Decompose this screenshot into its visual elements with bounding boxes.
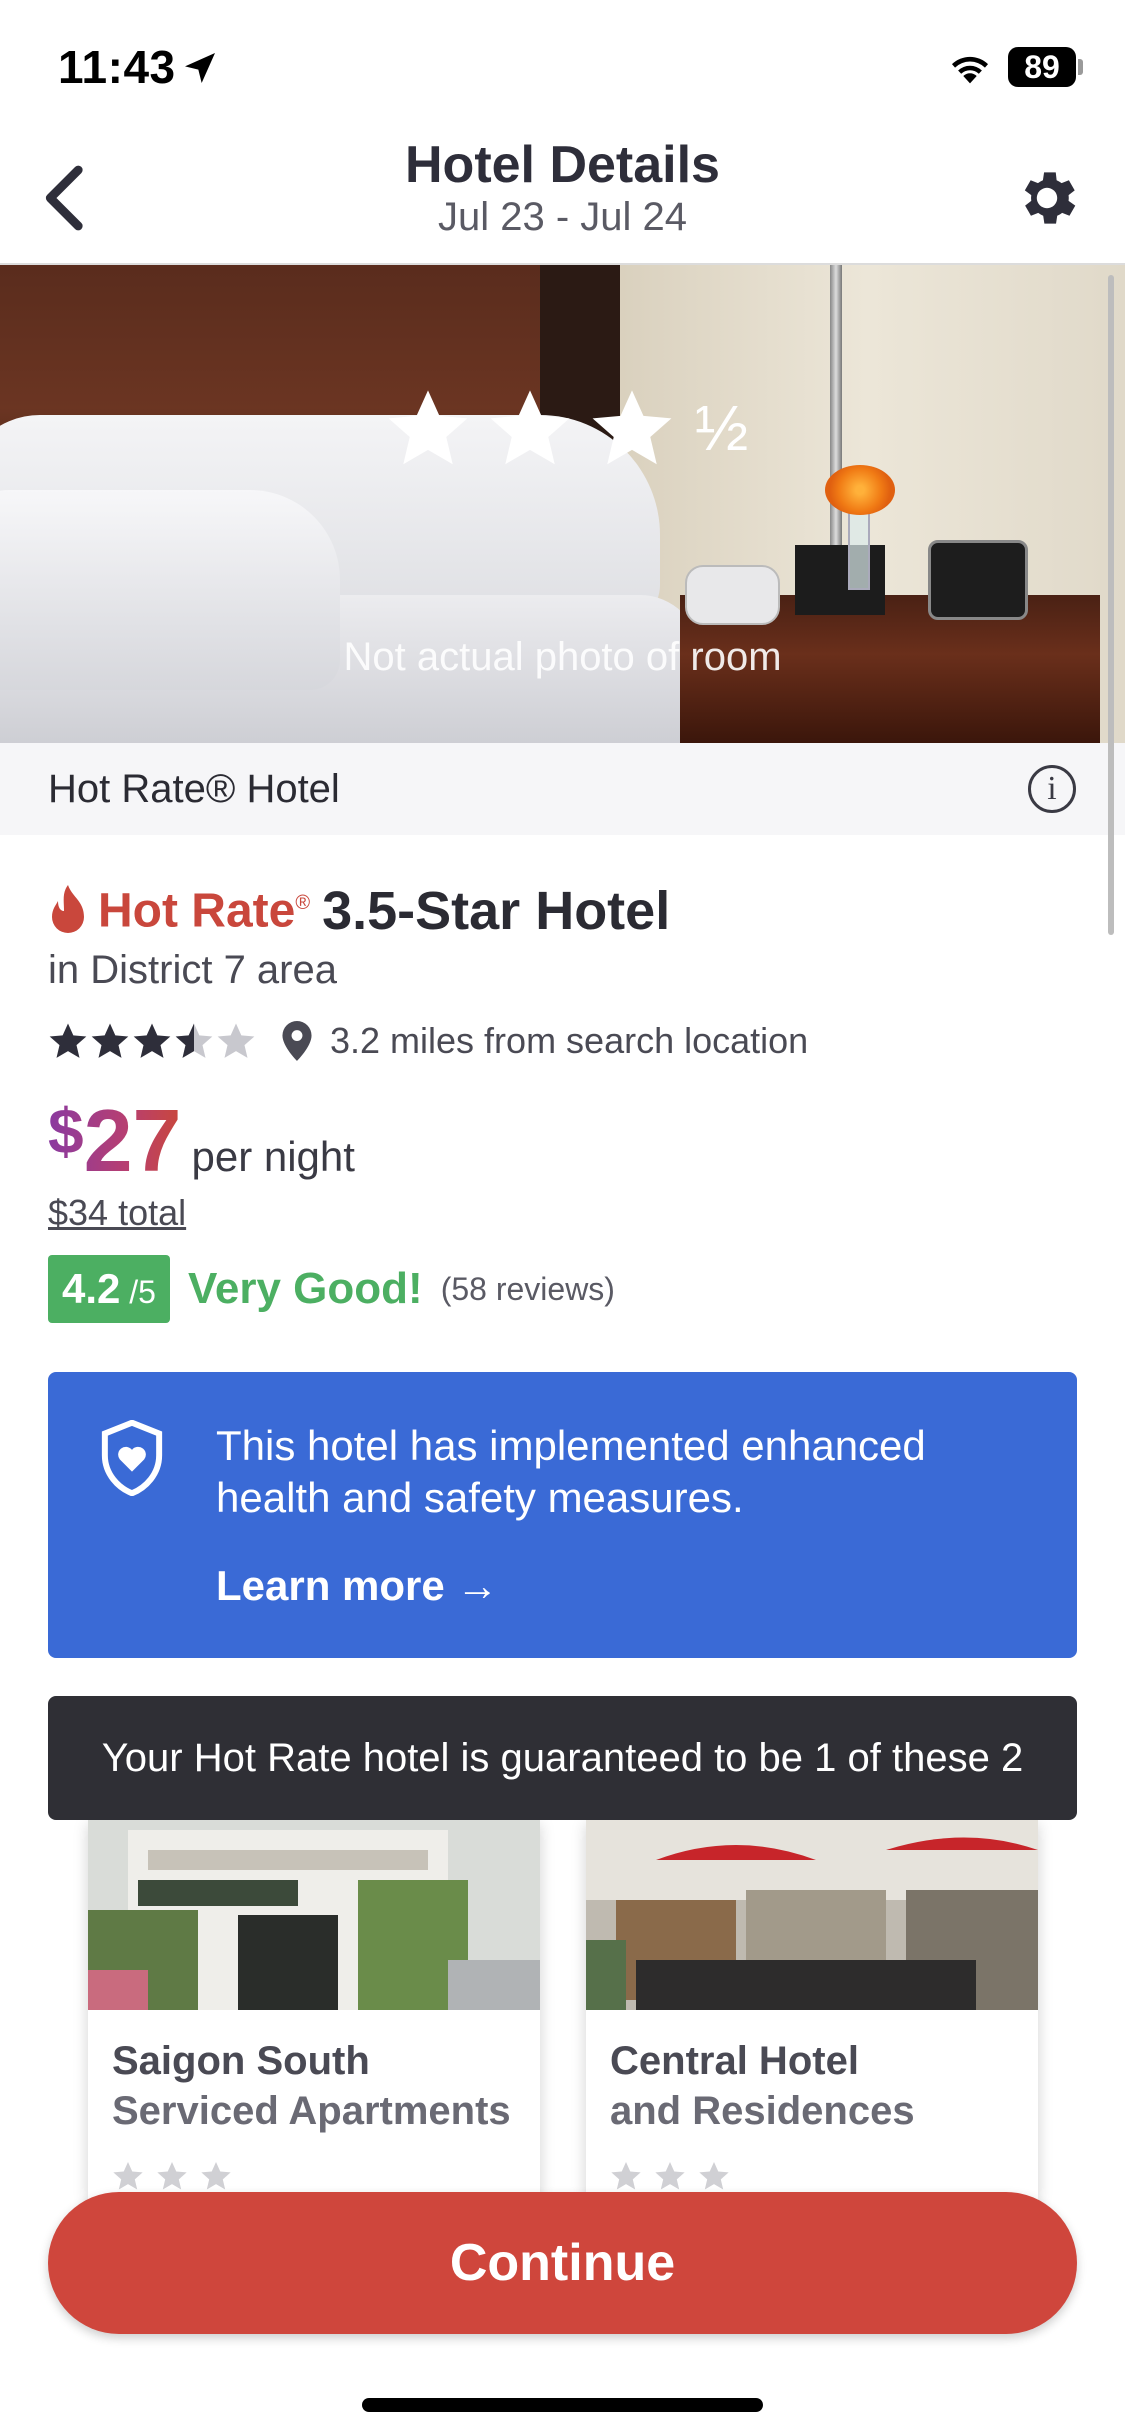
battery-tip	[1078, 59, 1083, 75]
price-currency: $	[48, 1095, 84, 1167]
star-icon	[112, 2160, 144, 2192]
hero-star-rating: ½	[0, 385, 1125, 471]
safety-banner: This hotel has implemented enhanced heal…	[48, 1372, 1077, 1658]
room-photo: ½ Not actual photo of room	[0, 265, 1125, 743]
nav-bar: Hotel Details Jul 23 - Jul 24	[0, 135, 1125, 265]
star-icon	[698, 2160, 730, 2192]
guarantee-banner: Your Hot Rate hotel is guaranteed to be …	[48, 1696, 1077, 1820]
clock-radio	[928, 540, 1028, 620]
price-row: $27 per night	[48, 1090, 355, 1192]
star-icon	[49, 1023, 87, 1058]
gear-icon[interactable]	[1012, 163, 1082, 233]
location-arrow-icon	[185, 53, 215, 83]
star-icon	[200, 2160, 232, 2192]
distance-text: 3.2 miles from search location	[330, 1020, 809, 1061]
safety-text: This hotel has implemented enhanced heal…	[216, 1422, 926, 1521]
rating-row: 3.2 miles from search location	[48, 1020, 808, 1070]
star-icon	[156, 2160, 188, 2192]
page-dates: Jul 23 - Jul 24	[437, 195, 688, 239]
scrollbar[interactable]	[1108, 275, 1114, 935]
review-score: 4.2	[62, 1265, 121, 1312]
hotel-photo	[88, 1820, 540, 2010]
star-icon	[610, 2160, 642, 2192]
half-star-icon	[175, 1023, 213, 1058]
candidate-name-line1: Saigon South	[112, 2039, 370, 2083]
star-icon	[592, 390, 672, 465]
review-score-badge: 4.2 /5	[48, 1255, 170, 1323]
shield-heart-icon	[101, 1420, 163, 1496]
review-count: (58 reviews)	[440, 1270, 615, 1307]
per-night-label: per night	[191, 1133, 355, 1180]
flower	[825, 465, 895, 515]
price-amount: 27	[83, 1091, 182, 1190]
status-time: 11:43	[58, 41, 176, 93]
telephone	[685, 565, 780, 625]
star-icon	[490, 390, 570, 465]
candidate-card[interactable]: Central Hotel and Residences	[586, 1820, 1038, 2200]
wifi-icon	[951, 56, 989, 84]
hot-rate-label: Hot Rate® Hotel	[48, 767, 340, 811]
hot-rate-brand: Hot Rate	[98, 884, 296, 938]
star-icon	[388, 390, 468, 465]
empty-star-icon	[217, 1023, 255, 1058]
photo-disclaimer: Not actual photo of room	[343, 635, 782, 679]
page-title: Hotel Details	[405, 136, 720, 194]
battery-indicator: 89	[1008, 47, 1076, 87]
learn-more-link[interactable]: Learn more →	[216, 1562, 498, 1610]
hotel-class: 3.5-Star Hotel	[322, 881, 671, 941]
flame-icon	[52, 885, 84, 933]
total-price-link[interactable]: $34 total	[48, 1192, 186, 1234]
star-icon	[654, 2160, 686, 2192]
candidate-name: Saigon South Serviced Apartments	[112, 2036, 522, 2136]
candidate-hotels: Saigon South Serviced Apartments Central…	[88, 1820, 1038, 2200]
star-icon	[91, 1023, 129, 1058]
hotel-photo	[586, 1820, 1038, 2010]
review-score-max: /5	[120, 1274, 156, 1310]
home-indicator[interactable]	[362, 2398, 763, 2412]
candidate-card[interactable]: Saigon South Serviced Apartments	[88, 1820, 540, 2200]
hotel-title: Hot Rate® 3.5-Star Hotel	[48, 880, 670, 944]
info-icon[interactable]: i	[1028, 765, 1076, 813]
review-row: 4.2 /5 Very Good! (58 reviews)	[48, 1255, 615, 1323]
star-icon	[133, 1023, 171, 1058]
box	[795, 545, 885, 615]
hot-rate-bar: Hot Rate® Hotel i	[0, 743, 1125, 835]
hotel-area: in District 7 area	[48, 948, 337, 992]
candidate-name-line2: Serviced Apartments	[112, 2089, 511, 2133]
half-star-fraction: ½	[694, 392, 749, 464]
registered-mark: ®	[295, 891, 311, 914]
status-bar: 11:43 89	[0, 0, 1125, 135]
map-pin-icon	[282, 1021, 312, 1061]
candidate-name-line2: and Residences	[610, 2089, 915, 2133]
review-word: Very Good!	[187, 1264, 423, 1313]
candidate-name: Central Hotel and Residences	[610, 2036, 1020, 2136]
price: $27	[48, 1091, 181, 1190]
candidate-name-line1: Central Hotel	[610, 2039, 859, 2083]
continue-button[interactable]: Continue	[48, 2192, 1077, 2334]
